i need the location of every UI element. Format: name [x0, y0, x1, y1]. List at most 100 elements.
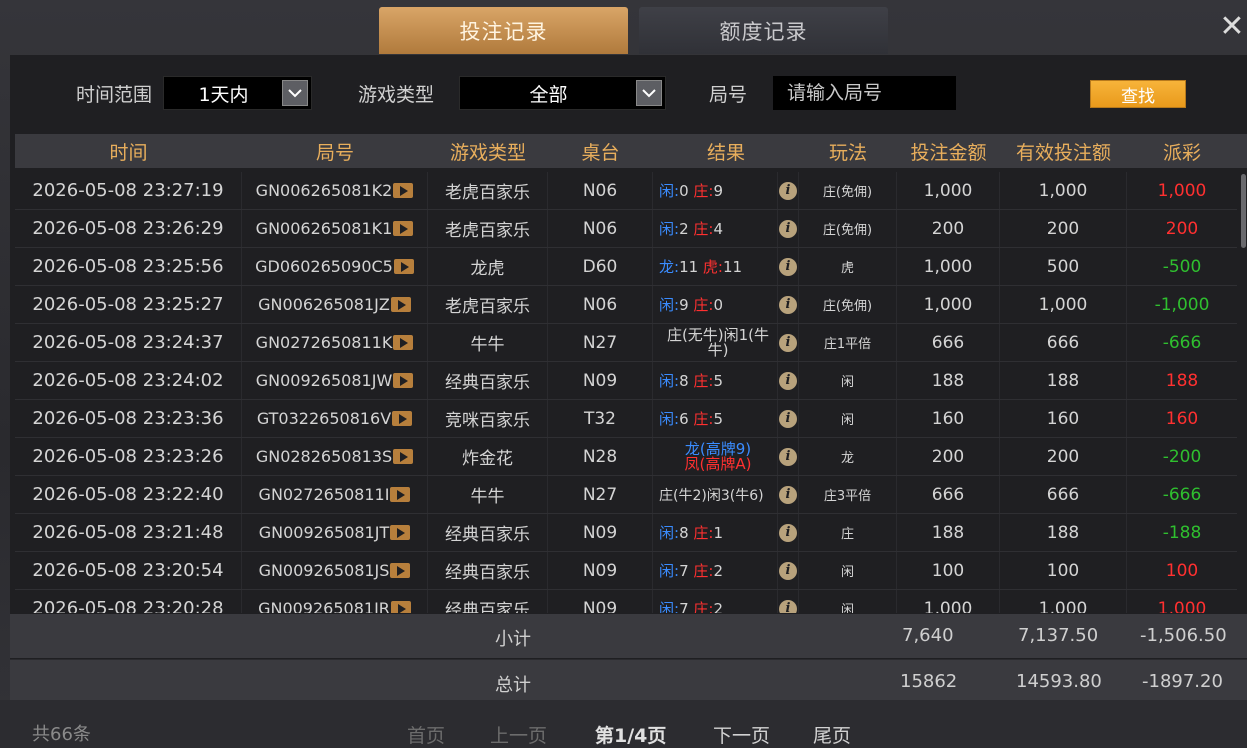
round-id-text: GN0272650811I [258, 485, 390, 504]
info-icon[interactable]: i [779, 181, 797, 200]
round-id-text: GN009265081JR [258, 599, 390, 613]
row-payout: 188 [1165, 370, 1199, 391]
result-text: 闲:7 庄:2 [659, 560, 723, 581]
scrollbar-thumb[interactable] [1241, 174, 1246, 248]
table-row: 2026-05-08 23:20:28 GN009265081JR 经典百家乐 N09… [15, 590, 1237, 613]
search-button[interactable]: 查找 [1090, 80, 1186, 108]
chevron-down-icon[interactable] [636, 80, 662, 106]
play-replay-icon[interactable] [393, 259, 414, 274]
row-bet: 188 [897, 514, 1000, 551]
subtotal-payout: -1,506.50 [1140, 625, 1227, 646]
col-time: 时间 [109, 141, 148, 164]
row-result: 闲:8 庄:1 [653, 514, 778, 551]
row-play: 庄(免佣) [799, 286, 897, 323]
play-replay-icon[interactable] [390, 487, 411, 502]
row-valid-bet: 500 [1000, 248, 1127, 285]
row-info: i [778, 552, 799, 589]
info-icon[interactable]: i [779, 523, 797, 542]
play-replay-icon[interactable] [393, 183, 414, 198]
info-icon[interactable]: i [779, 447, 797, 466]
row-bet: 100 [897, 552, 1000, 589]
info-icon[interactable]: i [779, 485, 797, 504]
info-icon[interactable]: i [779, 409, 797, 428]
row-valid-bet: 100 [1000, 552, 1127, 589]
row-time: 2026-05-08 23:20:28 [15, 590, 242, 613]
time-range-select[interactable]: 1天内 [163, 76, 312, 110]
play-replay-icon[interactable] [390, 563, 411, 578]
row-play: 龙 [799, 438, 897, 475]
row-round-id: GN009265081JT [242, 514, 428, 551]
col-table: 桌台 [581, 141, 620, 164]
play-replay-icon[interactable] [392, 411, 413, 426]
row-result: 龙:11 虎:11 [653, 248, 778, 285]
result-part: 6 [679, 410, 694, 428]
first-page-link[interactable]: 首页 [407, 721, 445, 748]
row-table: N09 [548, 590, 653, 613]
row-round-id: GN0272650811K [242, 324, 428, 361]
play-replay-icon[interactable] [393, 449, 414, 464]
col-bet: 投注金额 [910, 141, 987, 164]
play-replay-icon[interactable] [393, 373, 414, 388]
chevron-down-icon[interactable] [282, 80, 308, 106]
row-table: N09 [548, 362, 653, 399]
info-icon[interactable]: i [779, 561, 797, 580]
row-game-type: 龙虎 [428, 248, 548, 285]
row-table: N06 [548, 286, 653, 323]
row-game-type: 经典百家乐 [428, 552, 548, 589]
row-payout: 1,000 [1157, 180, 1207, 201]
play-replay-icon[interactable] [390, 601, 411, 613]
result-part: 庄: [693, 182, 714, 200]
play-replay-icon[interactable] [393, 335, 414, 350]
row-info: i [778, 400, 799, 437]
tab-quota-records[interactable]: 额度记录 [639, 7, 888, 54]
play-replay-icon[interactable] [390, 297, 411, 312]
close-icon[interactable]: ✕ [1217, 8, 1247, 44]
last-page-link[interactable]: 尾页 [813, 721, 851, 748]
row-bet: 1,000 [897, 248, 1000, 285]
result-part: 2 [713, 562, 723, 580]
info-icon[interactable]: i [779, 257, 797, 276]
table-header: 时间 局号 游戏类型 桌台 结果 玩法 投注金额 有效投注额 派彩 [15, 134, 1247, 168]
row-payout: -666 [1162, 332, 1202, 353]
round-id-text: GN009265081JW [255, 371, 393, 390]
row-valid-bet: 200 [1000, 438, 1127, 475]
info-icon[interactable]: i [779, 333, 797, 352]
col-payout: 派彩 [1162, 141, 1201, 164]
result-part: 庄: [693, 220, 714, 238]
col-play: 玩法 [828, 141, 867, 164]
row-play: 庄 [799, 514, 897, 551]
round-id-text: GN006265081JZ [258, 295, 390, 314]
row-payout: -188 [1162, 522, 1202, 543]
play-replay-icon[interactable] [390, 525, 411, 540]
row-table: N27 [548, 476, 653, 513]
row-info: i [778, 362, 799, 399]
row-bet: 200 [897, 438, 1000, 475]
result-part: 8 [679, 524, 694, 542]
info-icon[interactable]: i [779, 371, 797, 390]
row-play: 虎 [799, 248, 897, 285]
row-payout: 160 [1165, 408, 1199, 429]
info-icon[interactable]: i [779, 219, 797, 238]
play-replay-icon[interactable] [393, 221, 414, 236]
row-valid-bet: 1,000 [1000, 172, 1127, 209]
result-part: 11 [679, 258, 703, 276]
row-time: 2026-05-08 23:25:27 [15, 286, 242, 323]
prev-page-link[interactable]: 上一页 [490, 721, 547, 748]
table-row: 2026-05-08 23:23:36 GT0322650816V 竞咪百家乐 T32… [15, 400, 1237, 438]
row-game-type: 牛牛 [428, 476, 548, 513]
row-result: 闲:6 庄:5 [653, 400, 778, 437]
info-icon[interactable]: i [779, 599, 797, 613]
row-game-type: 老虎百家乐 [428, 210, 548, 247]
row-info: i [778, 210, 799, 247]
round-search-input[interactable] [773, 76, 956, 110]
table-row: 2026-05-08 23:22:40 GN0272650811I 牛牛 N27 庄(牛… [15, 476, 1237, 514]
table-row: 2026-05-08 23:25:56 GD060265090C5 龙虎 D60 龙:1… [15, 248, 1237, 286]
next-page-link[interactable]: 下一页 [713, 721, 770, 748]
game-type-select[interactable]: 全部 [459, 76, 666, 110]
scrollbar[interactable] [1240, 172, 1247, 613]
row-time: 2026-05-08 23:27:19 [15, 172, 242, 209]
result-part: 7 [679, 600, 694, 613]
tab-bet-records[interactable]: 投注记录 [379, 7, 628, 54]
row-valid-bet: 200 [1000, 210, 1127, 247]
info-icon[interactable]: i [779, 295, 797, 314]
